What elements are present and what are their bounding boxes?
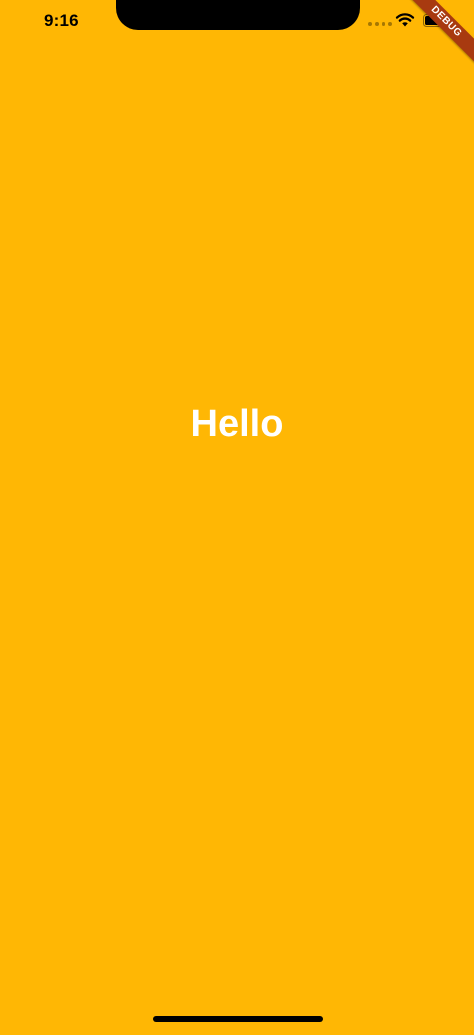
app-screen: 9:16 DEBUG Hello (0, 0, 474, 1035)
status-time: 9:16 (44, 11, 79, 30)
hello-text: Hello (190, 403, 284, 445)
camera-notch (116, 0, 360, 30)
status-bar: 9:16 (0, 0, 474, 44)
wifi-icon (395, 13, 415, 27)
cellular-signal-icon (368, 22, 392, 28)
home-indicator[interactable] (153, 1016, 323, 1022)
